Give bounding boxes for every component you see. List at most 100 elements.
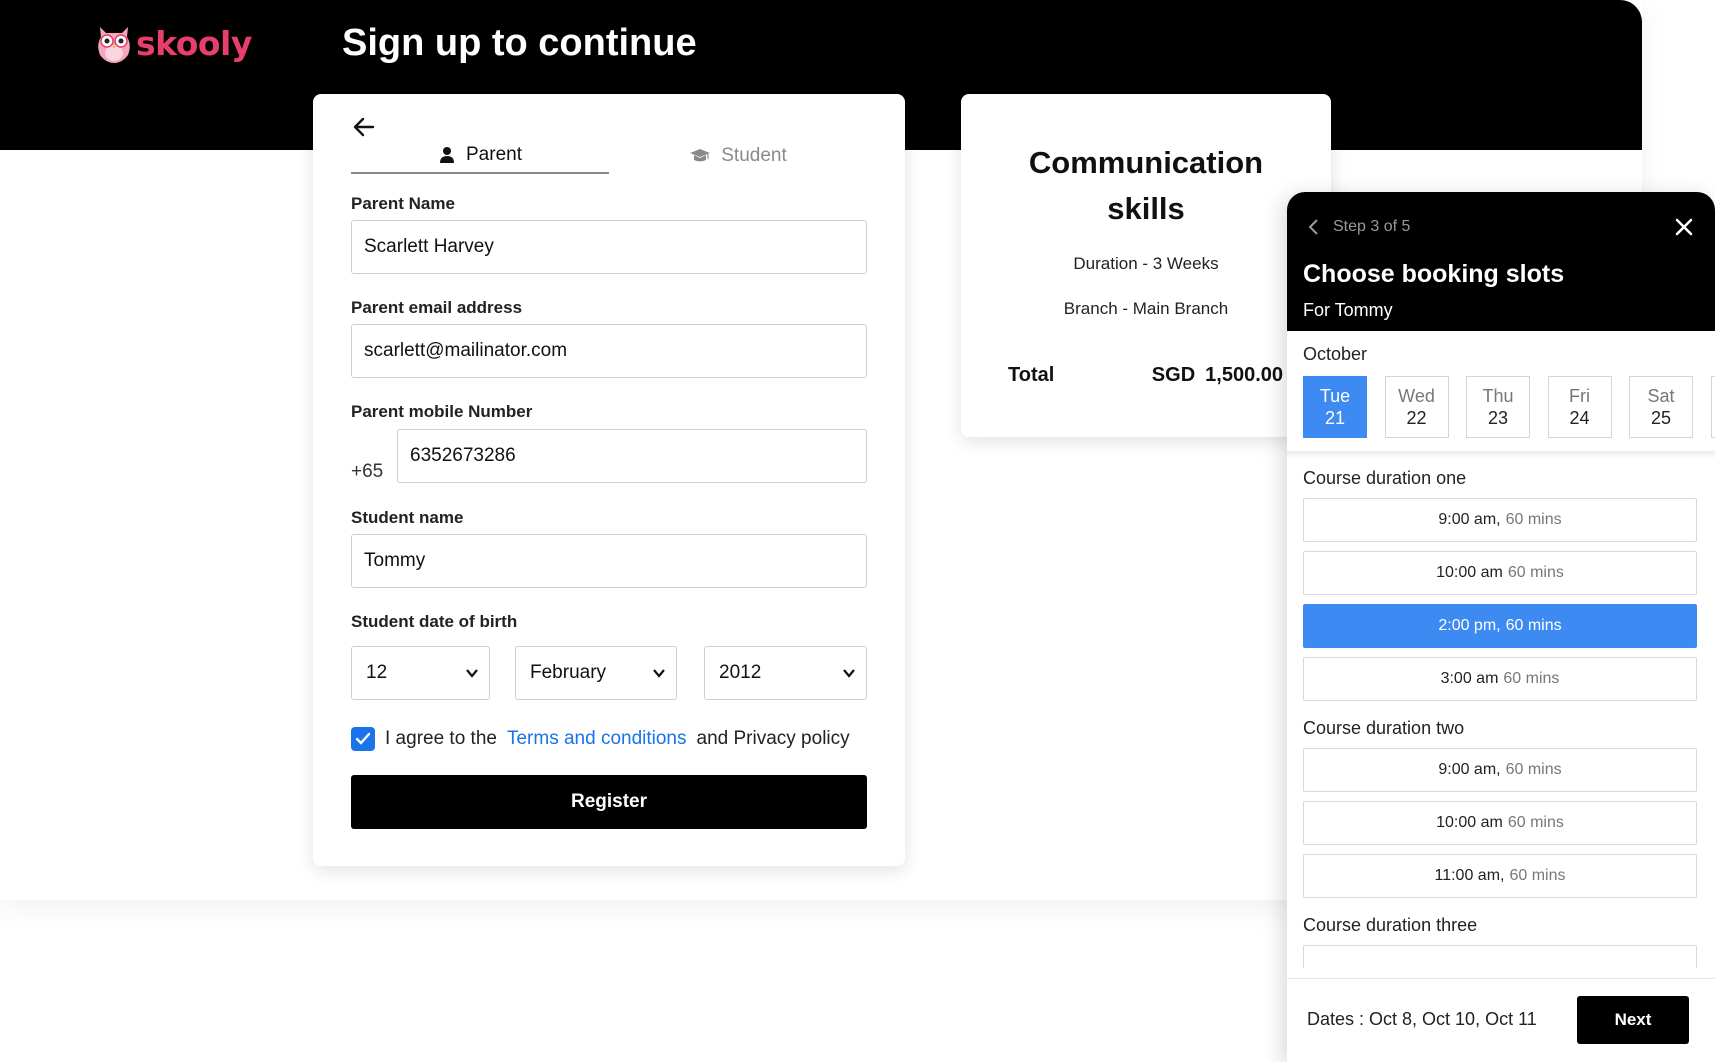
parent-mobile-value: 6352673286 xyxy=(410,445,516,466)
parent-email-value: scarlett@mailinator.com xyxy=(364,340,568,361)
chevron-left-icon[interactable] xyxy=(1307,218,1319,236)
total-value: SGD 1,500.00 xyxy=(1152,364,1283,387)
page-title: Sign up to continue xyxy=(342,22,697,64)
role-tabs: Parent Student xyxy=(351,138,867,174)
step-indicator: Step 3 of 5 xyxy=(1307,218,1410,236)
day-number: 21 xyxy=(1324,408,1346,428)
slot-time: 10:00 am xyxy=(1436,564,1503,581)
day-number: 23 xyxy=(1487,408,1509,428)
total-label: Total xyxy=(1008,364,1055,386)
time-slot[interactable] xyxy=(1303,945,1697,968)
tab-parent-label: Parent xyxy=(466,144,522,165)
course-duration-group-label: Course duration three xyxy=(1303,915,1478,935)
owl-logo-icon xyxy=(98,27,130,63)
student-name-value: Tommy xyxy=(364,550,426,571)
dob-year-select[interactable]: 2012 xyxy=(704,646,867,700)
course-duration-group-label: Course duration two xyxy=(1303,718,1465,738)
slot-duration: 60 mins xyxy=(1503,670,1560,687)
course-duration: Duration - 3 Weeks xyxy=(1073,254,1219,273)
student-name-input[interactable]: Tommy xyxy=(351,534,867,588)
slot-time: 2:00 pm, xyxy=(1438,617,1501,634)
dob-day-value: 12 xyxy=(366,662,388,683)
time-slot[interactable]: 10:00 am 60 mins xyxy=(1303,551,1697,595)
terms-link[interactable]: Terms and conditions xyxy=(507,728,687,750)
tab-student[interactable]: Student xyxy=(609,138,867,174)
day-number: 25 xyxy=(1650,408,1672,428)
slot-duration: 60 mins xyxy=(1507,814,1564,831)
app-stage: skooly Sign up to continue Parent Studen… xyxy=(0,0,1715,1062)
dob-month-select[interactable]: February xyxy=(515,646,677,700)
signup-form-card: Parent Student Parent Name Scarlett Harv… xyxy=(313,94,905,866)
logo-text: skooly xyxy=(136,23,252,63)
agree-checkbox[interactable] xyxy=(351,727,375,751)
dob-month-value: February xyxy=(530,662,607,683)
course-branch: Branch - Main Branch xyxy=(1063,299,1229,318)
checkmark-icon xyxy=(355,732,371,745)
slot-time: 3:00 am xyxy=(1440,670,1499,687)
booking-title: Choose booking slots xyxy=(1303,260,1565,288)
dob-year-value: 2012 xyxy=(719,662,762,683)
day-name: Tue xyxy=(1319,386,1351,406)
slot-duration: 60 mins xyxy=(1505,617,1562,634)
day-name: Sat xyxy=(1647,386,1675,406)
total-currency: SGD xyxy=(1151,364,1196,386)
slot-duration: 60 mins xyxy=(1505,511,1562,528)
day-option[interactable]: Thu 23 xyxy=(1466,376,1530,438)
tab-parent[interactable]: Parent xyxy=(351,138,609,174)
terms-agreement: I agree to the Terms and conditions and … xyxy=(351,726,850,752)
day-option[interactable]: Sat 25 xyxy=(1629,376,1693,438)
close-icon[interactable] xyxy=(1673,216,1695,238)
slot-duration: 60 mins xyxy=(1507,564,1564,581)
day-option[interactable]: Wed 22 xyxy=(1384,376,1449,438)
time-slot[interactable]: 9:00 am, 60 mins xyxy=(1303,498,1697,542)
time-slot[interactable]: 3:00 am 60 mins xyxy=(1303,657,1697,701)
parent-name-label: Parent Name xyxy=(351,194,455,213)
agree-prefix: I agree to the xyxy=(385,728,497,749)
user-icon xyxy=(440,147,454,163)
parent-name-input[interactable]: Scarlett Harvey xyxy=(351,220,867,274)
parent-email-label: Parent email address xyxy=(351,298,523,317)
total-amount: 1,500.00 xyxy=(1205,364,1283,386)
time-slot[interactable]: 10:00 am 60 mins xyxy=(1303,801,1697,845)
parent-mobile-input[interactable]: 6352673286 xyxy=(397,429,867,483)
time-slot[interactable]: 2:00 pm, 60 mins xyxy=(1303,604,1697,648)
dob-day-select[interactable]: 12 xyxy=(351,646,490,700)
parent-email-input[interactable]: scarlett@mailinator.com xyxy=(351,324,867,378)
skooly-logo[interactable]: skooly xyxy=(94,18,252,68)
day-number: 22 xyxy=(1406,408,1427,428)
parent-mobile-label: Parent mobile Number xyxy=(351,402,533,421)
time-slot[interactable]: 9:00 am, 60 mins xyxy=(1303,748,1697,792)
slot-duration: 60 mins xyxy=(1505,761,1562,778)
chevron-down-icon xyxy=(843,669,855,678)
course-title-line-2: skills xyxy=(1107,191,1185,226)
back-arrow-icon[interactable] xyxy=(351,114,377,140)
graduation-cap-icon xyxy=(690,149,711,162)
booking-panel-header: Step 3 of 5 Choose booking slots For Tom… xyxy=(1287,192,1715,331)
booking-footer: Dates : Oct 8, Oct 10, Oct 11 Next xyxy=(1287,978,1715,1062)
country-code: +65 xyxy=(351,461,384,482)
day-option-next[interactable] xyxy=(1710,376,1715,438)
day-option[interactable]: Fri 24 xyxy=(1547,376,1612,438)
day-option[interactable]: Tue 21 xyxy=(1303,376,1367,438)
day-name: Fri xyxy=(1569,386,1590,406)
time-slots-list[interactable]: Course duration one 9:00 am, 60 mins 10:00 … xyxy=(1287,456,1715,968)
booking-slots-panel: Step 3 of 5 Choose booking slots For Tom… xyxy=(1287,192,1715,1062)
day-name: Thu xyxy=(1482,386,1514,406)
next-button[interactable]: Next xyxy=(1577,996,1689,1044)
slot-time: 10:00 am xyxy=(1436,814,1503,831)
time-slot[interactable]: 11:00 am, 60 mins xyxy=(1303,854,1697,898)
course-duration-group-label: Course duration one xyxy=(1303,468,1467,488)
course-title-line-1: Communication xyxy=(1028,145,1264,180)
course-summary-card: Communication skills Duration - 3 Weeks … xyxy=(961,94,1331,437)
chevron-down-icon xyxy=(653,669,665,678)
day-picker: Tue 21 Wed 22 Thu 23 Fri 24 Sat 25 xyxy=(1303,376,1715,440)
slot-time: 11:00 am, xyxy=(1434,867,1505,884)
day-name: Wed xyxy=(1398,386,1435,406)
parent-name-value: Scarlett Harvey xyxy=(364,236,494,257)
step-text: Step 3 of 5 xyxy=(1333,218,1411,235)
register-button[interactable]: Register xyxy=(351,775,867,829)
month-label: October xyxy=(1303,344,1368,364)
chevron-down-icon xyxy=(466,669,478,678)
agree-suffix: and Privacy policy xyxy=(696,728,850,749)
slot-time: 9:00 am, xyxy=(1438,761,1501,778)
